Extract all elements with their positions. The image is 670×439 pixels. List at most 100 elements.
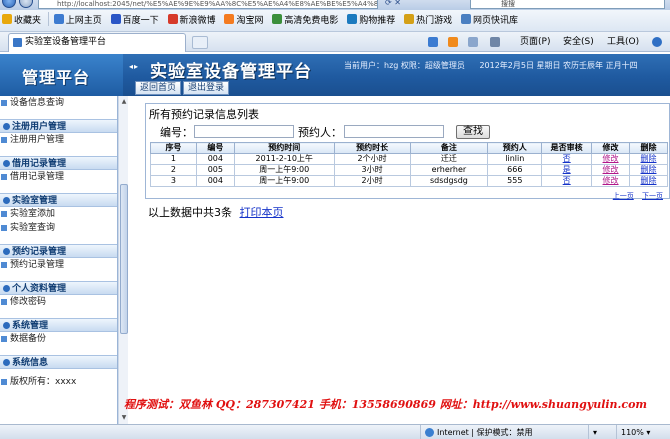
cell-code: 005 bbox=[195, 164, 235, 176]
col-header: 预约人 bbox=[487, 142, 543, 154]
table-row: 3 004 周一上午9:00 2小时 sdsdgsdg 555 否 修改 删除 bbox=[150, 175, 668, 187]
sidebar-item-users[interactable]: 注册用户管理 bbox=[0, 133, 117, 147]
favorites-label: 收藏夹 bbox=[14, 16, 42, 26]
favorites-button[interactable]: 收藏夹 bbox=[0, 10, 45, 31]
scroll-thumb[interactable] bbox=[120, 184, 128, 334]
cell-reserver: 555 bbox=[487, 175, 543, 187]
edit-link[interactable]: 修改 bbox=[591, 175, 631, 187]
sidebar-item-borrow[interactable]: 借用记录管理 bbox=[0, 170, 117, 184]
favorite-label: 网页快讯库 bbox=[473, 16, 519, 26]
developer-credit: 程序测试：双鱼林 QQ：287307421 手机：13558690869 网址：… bbox=[124, 398, 648, 411]
feeds-icon[interactable] bbox=[448, 37, 458, 47]
delete-link[interactable]: 删除 bbox=[629, 164, 668, 176]
user-info: 当前用户：hzg 权限：超级管理员 2012年2月5日 星期日 农历壬辰年 正月… bbox=[344, 60, 638, 71]
delete-link[interactable]: 删除 bbox=[629, 175, 668, 187]
favorite-label: 热门游戏 bbox=[416, 16, 453, 26]
forward-button[interactable] bbox=[19, 0, 33, 8]
next-page-link[interactable]: 下一页 bbox=[642, 192, 663, 200]
sidebar-item-password[interactable]: 修改密码 bbox=[0, 295, 117, 309]
site-icon bbox=[272, 14, 283, 24]
app-header: 管理平台 ◂▸ 实验室设备管理平台 当前用户：hzg 权限：超级管理员 2012… bbox=[0, 54, 670, 96]
search-button[interactable]: 查找 bbox=[456, 125, 490, 139]
zone-text: Internet | 保护模式：禁用 bbox=[437, 428, 533, 437]
print-link[interactable]: 打印本页 bbox=[240, 206, 284, 219]
sidebar-group-profile[interactable]: 个人资料管理 bbox=[0, 281, 117, 295]
main-content: 所有预约记录信息列表 编号： 预约人： 查找 序号 编号 预约时间 预约时长 备… bbox=[140, 100, 670, 220]
url-field[interactable]: http://localhost:2045/net/%E5%AE%9E%E9%A… bbox=[38, 0, 378, 9]
sidebar-group-reservation[interactable]: 预约记录管理 bbox=[0, 244, 117, 258]
prev-page-link[interactable]: 上一页 bbox=[613, 192, 634, 200]
collapse-sidebar-icon[interactable]: ◂▸ bbox=[129, 62, 139, 71]
sidebar-group-info[interactable]: 系统信息 bbox=[0, 355, 117, 369]
sidebar-item-reservation[interactable]: 预约记录管理 bbox=[0, 258, 117, 272]
safety-menu[interactable]: 安全(S) bbox=[563, 32, 594, 52]
favorite-link[interactable]: 上网主页 bbox=[52, 10, 106, 31]
cell-time: 周一上午9:00 bbox=[233, 175, 335, 187]
cell-duration: 2小时 bbox=[333, 175, 411, 187]
sidebar-scrollbar[interactable]: ▲ ▼ bbox=[118, 96, 128, 424]
site-icon bbox=[53, 14, 64, 24]
tab-bar: 实验室设备管理平台 页面(P) 安全(S) 工具(O) bbox=[0, 32, 670, 52]
lock-icon[interactable]: ▾ bbox=[588, 425, 614, 439]
refresh-icon[interactable]: ⟳ ✕ bbox=[385, 0, 401, 7]
favorite-link[interactable]: 购物推荐 bbox=[345, 10, 399, 31]
cell-reserver: 666 bbox=[487, 164, 543, 176]
logout-button[interactable]: 退出登录 bbox=[183, 81, 230, 95]
sidebar-item-lab-add[interactable]: 实验室添加 bbox=[0, 207, 117, 221]
globe-icon bbox=[425, 428, 434, 437]
sidebar: 设备信息查询 注册用户管理 注册用户管理 借用记录管理 借用记录管理 实验室管理… bbox=[0, 96, 118, 424]
scroll-up-icon[interactable]: ▲ bbox=[120, 98, 128, 106]
home-icon[interactable] bbox=[428, 37, 438, 47]
favorite-label: 新浪微博 bbox=[179, 16, 216, 26]
favorite-link[interactable]: 淘宝网 bbox=[222, 10, 267, 31]
back-button[interactable] bbox=[2, 0, 16, 8]
cell-note: sdsdgsdg bbox=[409, 175, 489, 187]
favorite-link[interactable]: 网页快讯库 bbox=[459, 10, 522, 31]
reservation-table: 序号 编号 预约时间 预约时长 备注 预约人 是否审核 修改 删除 1 004 … bbox=[150, 142, 668, 187]
sidebar-group-lab[interactable]: 实验室管理 bbox=[0, 193, 117, 207]
page-menu[interactable]: 页面(P) bbox=[520, 32, 550, 52]
sidebar-item-lab-query[interactable]: 实验室查询 bbox=[0, 221, 117, 235]
favorite-link[interactable]: 百度一下 bbox=[109, 10, 163, 31]
delete-link[interactable]: 删除 bbox=[629, 153, 668, 165]
approve-link[interactable]: 否 bbox=[541, 175, 593, 187]
favorite-label: 高清免费电影 bbox=[284, 16, 339, 26]
pager: 上一页 下一页 bbox=[607, 191, 663, 201]
help-icon[interactable] bbox=[652, 37, 662, 47]
favorite-link[interactable]: 新浪微博 bbox=[166, 10, 220, 31]
edit-link[interactable]: 修改 bbox=[591, 153, 631, 165]
favorite-link[interactable]: 高清免费电影 bbox=[270, 10, 342, 31]
current-user: 当前用户：hzg 权限：超级管理员 bbox=[344, 61, 465, 70]
date-info: 2012年2月5日 星期日 农历壬辰年 正月十四 bbox=[479, 61, 638, 70]
mail-icon[interactable] bbox=[468, 37, 478, 47]
col-header: 修改 bbox=[591, 142, 631, 154]
cell-time: 2011-2-10上午 bbox=[233, 153, 335, 165]
col-header: 编号 bbox=[195, 142, 235, 154]
sidebar-group-system[interactable]: 系统管理 bbox=[0, 318, 117, 332]
favorite-label: 百度一下 bbox=[122, 16, 159, 26]
sidebar-item-backup[interactable]: 数据备份 bbox=[0, 332, 117, 346]
print-icon[interactable] bbox=[490, 37, 500, 47]
panel-title: 所有预约记录信息列表 bbox=[149, 108, 259, 121]
tools-menu[interactable]: 工具(O) bbox=[607, 32, 639, 52]
brand-title: 管理平台 bbox=[22, 68, 91, 87]
sidebar-group-users[interactable]: 注册用户管理 bbox=[0, 119, 117, 133]
search-input[interactable]: 搜搜 bbox=[470, 0, 665, 9]
reserver-input[interactable] bbox=[344, 125, 444, 138]
edit-link[interactable]: 修改 bbox=[591, 164, 631, 176]
col-header: 备注 bbox=[409, 142, 489, 154]
page-title: 实验室设备管理平台 bbox=[150, 62, 312, 82]
cell-note: erherher bbox=[409, 164, 489, 176]
sidebar-item-equipment-query[interactable]: 设备信息查询 bbox=[0, 96, 117, 110]
cell-reserver: linlin bbox=[487, 153, 543, 165]
approve-link[interactable]: 是 bbox=[541, 164, 593, 176]
home-button[interactable]: 返回首页 bbox=[135, 81, 182, 95]
scroll-down-icon[interactable]: ▼ bbox=[120, 414, 128, 422]
zoom-control[interactable]: 110% ▾ bbox=[616, 425, 670, 439]
browser-tab[interactable]: 实验室设备管理平台 bbox=[8, 33, 186, 52]
favorite-link[interactable]: 热门游戏 bbox=[402, 10, 456, 31]
id-input[interactable] bbox=[194, 125, 294, 138]
approve-link[interactable]: 否 bbox=[541, 153, 593, 165]
sidebar-group-borrow[interactable]: 借用记录管理 bbox=[0, 156, 117, 170]
new-tab-button[interactable] bbox=[192, 36, 208, 49]
